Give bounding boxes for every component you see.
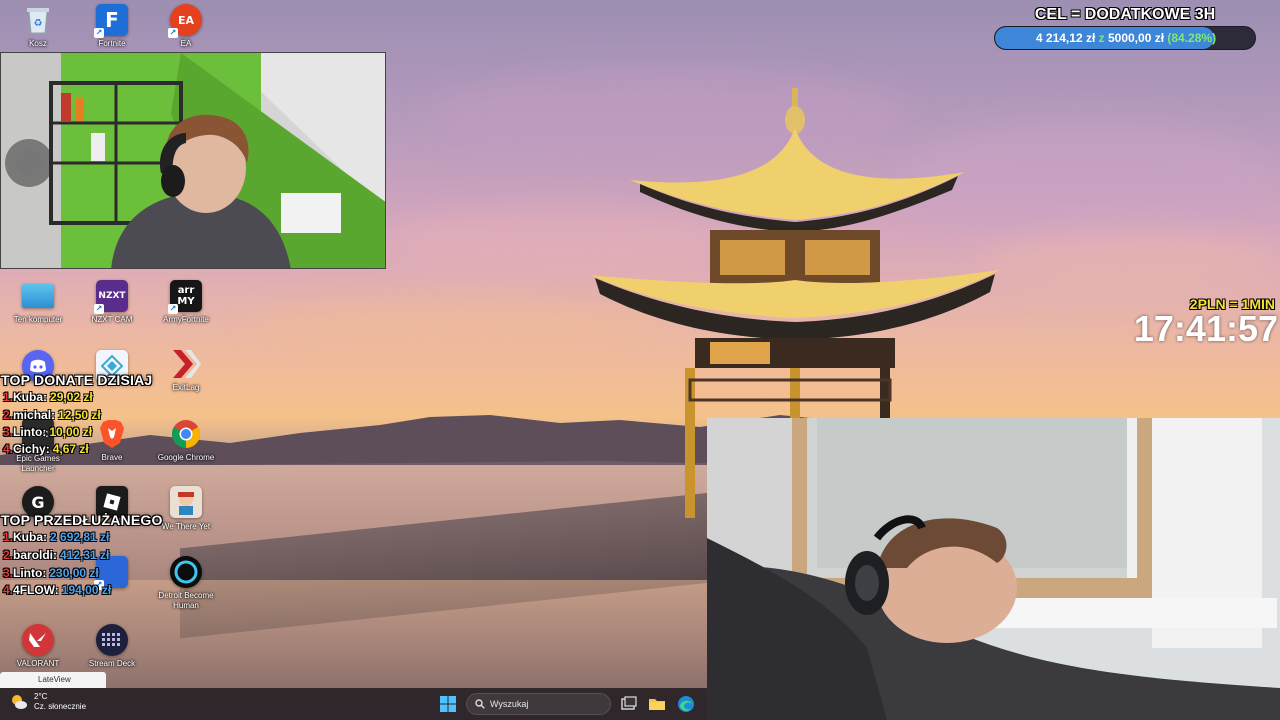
donation-goal: CEL = DODATKOWE 3H 4 214,12 zł z 5000,00… (994, 4, 1256, 50)
webcam-scene (707, 418, 1280, 720)
subathon-timer: 17:41:57 (1133, 308, 1278, 349)
desktop-icon-this-pc[interactable]: Ten komputer (0, 280, 76, 325)
top-donate-row: 2.michal: 12,50 zł (3, 408, 101, 422)
weather-temp: 2°C (34, 692, 48, 701)
desktop-icon-detroit[interactable]: Detroit Become Human (148, 556, 224, 611)
task-view-icon[interactable] (620, 695, 638, 713)
exitlag-icon (170, 348, 202, 380)
top-donate-title: TOP DONATE DZISIAJ (1, 372, 153, 388)
desktop-icon-fortnite[interactable]: F ↗ Fortnite (74, 4, 150, 49)
detroit-icon (170, 556, 202, 588)
top-extension-row: 1.Kuba: 2 692,81 zł (3, 530, 110, 544)
recycle-bin-icon: ♻ (22, 4, 54, 36)
top-extension-row: 4.4FLOW: 194,00 zł (3, 583, 112, 597)
desktop-icon-stream-deck[interactable]: Stream Deck (74, 624, 150, 669)
top-donate-row: 1.Kuba: 29,02 zł (3, 390, 93, 404)
search-placeholder: Wyszukaj (490, 699, 529, 709)
weather-desc: Cz. słonecznie (34, 702, 87, 711)
fortnite-icon: F ↗ (94, 4, 128, 38)
top-extension-row: 2.baroldi: 412,31 zł (3, 548, 110, 562)
stream-deck-icon (96, 624, 128, 656)
this-pc-icon (22, 284, 54, 308)
goal-current: 4 214,12 zł (1035, 31, 1096, 45)
cloud (980, 230, 1280, 290)
game-icon (170, 486, 202, 518)
top-extension-title: TOP PRZEDŁUŻANEGO (1, 512, 163, 528)
goal-percent: (84.28%) (1167, 31, 1217, 45)
top-extension-row: 3.Linto: 230,00 zł (3, 566, 99, 580)
start-button[interactable] (440, 696, 456, 712)
desktop-icon-nzxt-cam[interactable]: NZXT ↗ NZXT CAM (74, 280, 150, 325)
desktop-icon-exitlag[interactable]: ExitLag (148, 348, 224, 393)
ea-icon: EA ↗ (168, 4, 202, 38)
armyfortnite-icon: arr MY ↗ (168, 280, 202, 314)
desktop-icon-valorant[interactable]: VALORANT (0, 624, 76, 669)
file-explorer-icon[interactable] (648, 695, 666, 713)
search-icon (475, 699, 485, 709)
desktop-icon-ea[interactable]: EA ↗ EA (148, 4, 224, 49)
taskbar-search[interactable]: Wyszukaj (466, 693, 611, 715)
nzxt-cam-icon: NZXT ↗ (94, 280, 128, 314)
webcam-feed-top (0, 52, 386, 269)
top-donate-row: 3.Linto: 10,00 zł (3, 425, 93, 439)
taskbar: 2°C Cz. słonecznie Wyszukaj (0, 688, 707, 720)
top-donate-row: 4.Cichy: 4,67 zł (3, 442, 89, 456)
weather-widget[interactable]: 2°C Cz. słonecznie (10, 692, 86, 712)
desktop-icon-recycle-bin[interactable]: ♻ Kosz (0, 4, 76, 49)
valorant-icon (22, 624, 54, 656)
desktop-icon-armyfortnite[interactable]: arr MY ↗ ArmyFortnite (148, 280, 224, 325)
chrome-icon (170, 418, 202, 450)
goal-target: 5000,00 zł (1107, 31, 1165, 45)
edge-browser-icon[interactable] (677, 695, 695, 713)
desktop-icon-google-chrome[interactable]: Google Chrome (148, 418, 224, 463)
lateview-popup[interactable]: LateView (0, 672, 106, 688)
weather-sun-cloud-icon (12, 695, 27, 709)
brave-icon (96, 418, 128, 450)
webcam-scene (1, 53, 385, 268)
webcam-feed-bottom (707, 418, 1280, 720)
goal-progress-text: 4 214,12 zł z 5000,00 zł (84.28%) (995, 31, 1255, 45)
svg-text:♻: ♻ (34, 18, 43, 29)
goal-title: CEL = DODATKOWE 3H (1034, 6, 1216, 23)
goal-progress-bar: 4 214,12 zł z 5000,00 zł (84.28%) (994, 26, 1256, 50)
goal-of: z (1098, 31, 1105, 45)
